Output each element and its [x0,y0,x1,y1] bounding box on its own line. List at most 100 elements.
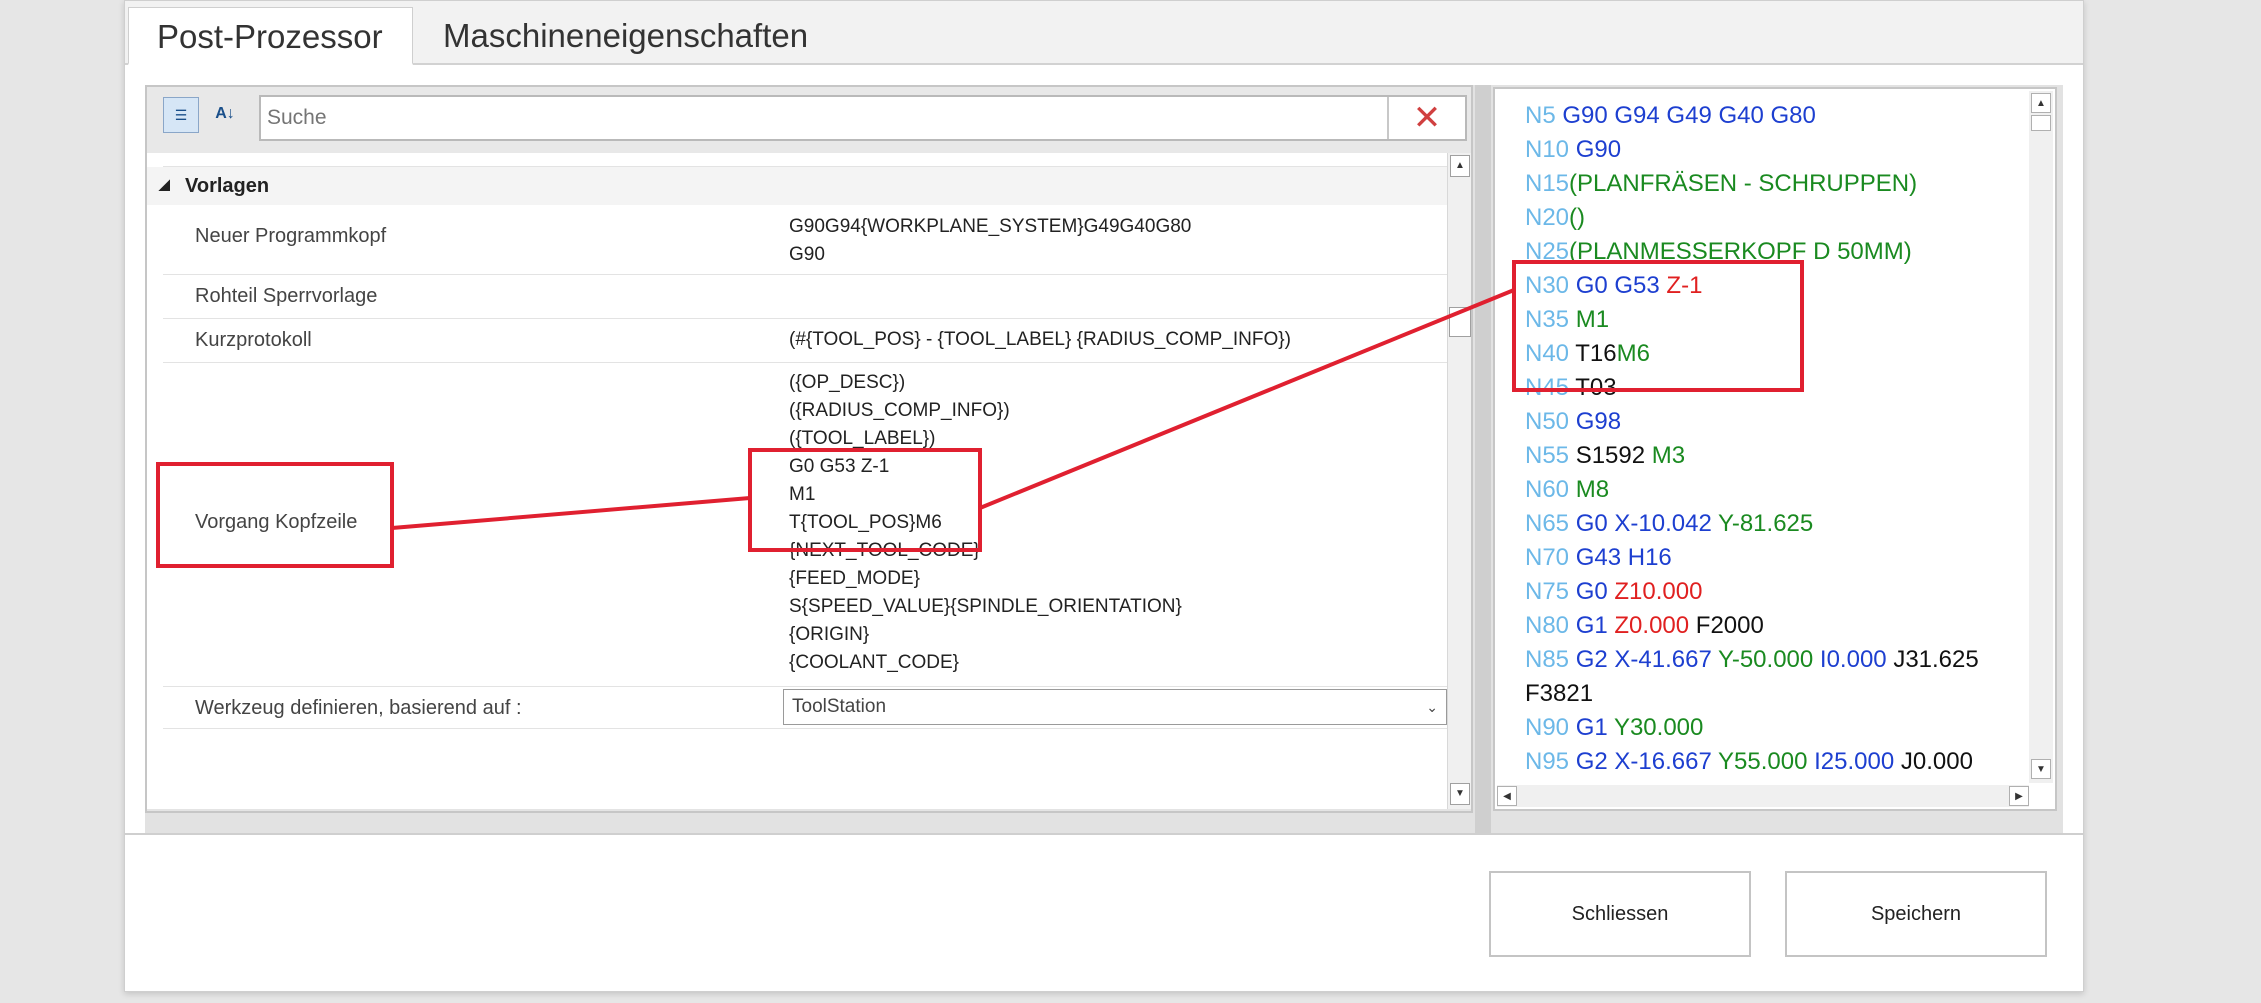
code-token: N70 [1525,544,1576,571]
property-value[interactable]: (#{TOOL_POS} - {TOOL_LABEL} {RADIUS_COMP… [789,326,1291,354]
code-token: Y55.000 [1718,748,1815,775]
code-token: N85 [1525,646,1576,673]
property-name: Neuer Programmkopf [195,225,387,247]
code-token: (PLANMESSERKOPF D 50MM) [1569,238,1912,265]
table-row[interactable]: Kurzprotokoll (#{TOOL_POS} - {TOOL_LABEL… [163,319,1447,363]
settings-dialog: Post-Prozessor Maschineneigenschaften ☰ … [124,0,2084,992]
nc-code-preview: N5 G90 G94 G49 G40 G80 N10 G90 N15(PLANFRÄ… [1493,87,2057,811]
chevron-down-icon[interactable]: ⌄ [1426,690,1438,724]
code-token: I0.000 [1819,646,1894,673]
code-token: Z-1 [1666,272,1703,299]
code-token: N30 [1525,272,1576,299]
code-token: I25.000 [1814,748,1901,775]
code-token: N95 [1525,748,1576,775]
code-token: G90 G94 G49 G40 G80 [1562,102,1816,129]
pane-splitter[interactable] [1475,85,1491,833]
scroll-up-icon[interactable]: ▲ [1450,155,1470,177]
collapse-triangle-icon[interactable]: ◢ [159,176,170,193]
property-grid-pane: ☰ A↓ ✕ ◢ Vorlagen Neuer Programmkopf G90… [145,85,1473,813]
search-box: ✕ [259,95,1467,141]
scroll-down-icon[interactable]: ▼ [1450,783,1470,805]
code-line: N25(PLANMESSERKOPF D 50MM) [1525,235,2025,269]
code-line: N90 G1 Y30.000 [1525,711,2025,745]
code-token: N75 [1525,578,1576,605]
code-token: G1 [1575,612,1615,639]
code-token: N10 [1525,136,1576,163]
code-token: N25 [1525,238,1570,265]
code-line: N10 G90 [1525,133,2025,167]
code-token: T16 [1575,340,1617,367]
code-line: N85 G2 X-41.667 Y-50.000 I0.000 J31.625 [1525,643,2025,677]
scroll-down-icon[interactable]: ▼ [2031,759,2051,779]
code-token: N50 [1525,408,1576,435]
code-token: J31.625 [1893,646,1979,673]
scroll-thumb[interactable] [1449,307,1471,337]
code-token: () [1569,204,1586,231]
table-row[interactable]: Rohteil Sperrvorlage [163,275,1447,319]
close-button[interactable]: Schliessen [1489,871,1751,957]
code-token: N60 [1525,476,1576,503]
code-token: G2 X-16.667 [1575,748,1719,775]
group-header-vorlagen[interactable]: ◢ Vorlagen [147,167,1447,205]
code-token: N5 [1525,102,1563,129]
select-value: ToolStation [792,696,887,717]
property-toolbar: ☰ A↓ ✕ [147,87,1471,153]
scroll-right-icon[interactable]: ▶ [2009,786,2029,806]
code-token: G0 X-10.042 [1575,510,1719,537]
code-token: Z0.000 [1614,612,1696,639]
code-token: J0.000 [1900,748,1973,775]
property-value[interactable]: ({OP_DESC}) ({RADIUS_COMP_INFO}) ({TOOL_… [789,369,1182,677]
code-token: G0 [1575,578,1615,605]
preview-vertical-scrollbar[interactable]: ▲ ▼ [2029,91,2053,783]
code-token: G98 [1575,408,1622,435]
table-row[interactable]: Vorgang Kopfzeile ({OP_DESC}) ({RADIUS_C… [163,363,1447,687]
code-token: N65 [1525,510,1576,537]
code-line: N30 G0 G53 Z-1 [1525,269,2025,303]
save-button[interactable]: Speichern [1785,871,2047,957]
code-token: G2 X-41.667 [1575,646,1719,673]
code-token: Y-50.000 [1718,646,1820,673]
code-token: M1 [1575,306,1610,333]
code-token: N15 [1525,170,1570,197]
table-row[interactable]: Neuer Programmkopf G90G94{WORKPLANE_SYST… [163,205,1447,275]
code-token: M6 [1616,340,1650,367]
code-token: N40 [1525,340,1576,367]
scroll-up-icon[interactable]: ▲ [2031,93,2051,113]
scroll-thumb[interactable] [2031,115,2051,131]
code-token: M3 [1651,442,1686,469]
grid-scrollbar[interactable]: ▲ ▼ [1447,153,1471,809]
scroll-left-icon[interactable]: ◀ [1497,786,1517,806]
code-token: N90 [1525,714,1576,741]
code-token: G43 H16 [1575,544,1672,571]
tool-definition-select[interactable]: ToolStation ⌄ [783,689,1447,725]
categorized-view-icon[interactable]: ☰ [163,97,199,133]
property-value[interactable]: G90G94{WORKPLANE_SYSTEM}G49G40G80 G90 [789,213,1191,269]
code-token: M8 [1575,476,1610,503]
code-token: G1 [1575,714,1614,741]
property-name: Rohteil Sperrvorlage [195,285,378,307]
table-row[interactable]: Werkzeug definieren, basierend auf : Too… [163,687,1447,729]
code-token: T03 [1575,374,1617,401]
code-line: N40 T16M6 [1525,337,2025,371]
code-line: N35 M1 [1525,303,2025,337]
code-line: N75 G0 Z10.000 [1525,575,2025,609]
code-token: F3821 [1525,680,1594,707]
property-name: Werkzeug definieren, basierend auf : [195,697,522,719]
property-grid: ◢ Vorlagen Neuer Programmkopf G90G94{WOR… [147,153,1447,809]
tab-maschineneigenschaften[interactable]: Maschineneigenschaften [415,7,836,65]
search-input[interactable] [261,97,1391,139]
tab-post-prozessor[interactable]: Post-Prozessor [128,7,413,65]
preview-horizontal-scrollbar[interactable]: ◀ ▶ [1497,785,2029,807]
code-token: F2000 [1695,612,1764,639]
code-line: F3821 [1525,677,2025,711]
code-line: N50 G98 [1525,405,2025,439]
code-line: N95 G2 X-16.667 Y55.000 I25.000 J0.000 [1525,745,2025,779]
code-token: G90 [1575,136,1622,163]
clear-search-icon[interactable]: ✕ [1387,97,1465,139]
nc-code-text: N5 G90 G94 G49 G40 G80 N10 G90 N15(PLANFRÄ… [1525,99,2025,779]
sort-alphabetical-icon[interactable]: A↓ [207,97,243,133]
table-row [163,153,1447,167]
code-token: (PLANFRÄSEN - SCHRUPPEN) [1569,170,1918,197]
property-name: Kurzprotokoll [195,329,312,351]
code-token: N80 [1525,612,1576,639]
